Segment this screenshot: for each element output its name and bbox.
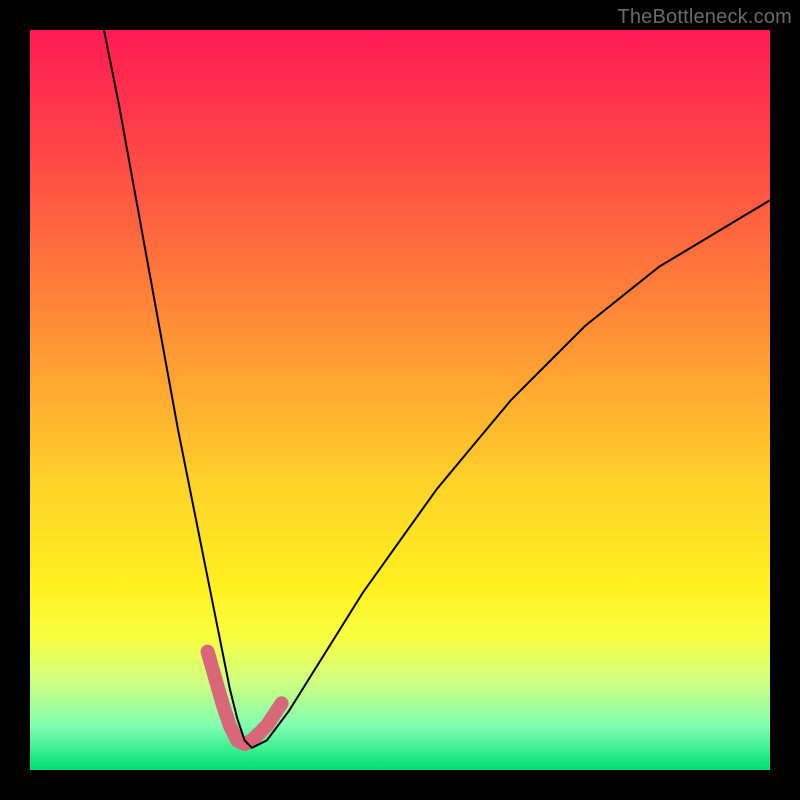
bottleneck-chart <box>30 30 770 770</box>
highlight-segment <box>208 652 282 745</box>
watermark-text: TheBottleneck.com <box>617 6 792 29</box>
bottleneck-curve <box>104 30 770 748</box>
